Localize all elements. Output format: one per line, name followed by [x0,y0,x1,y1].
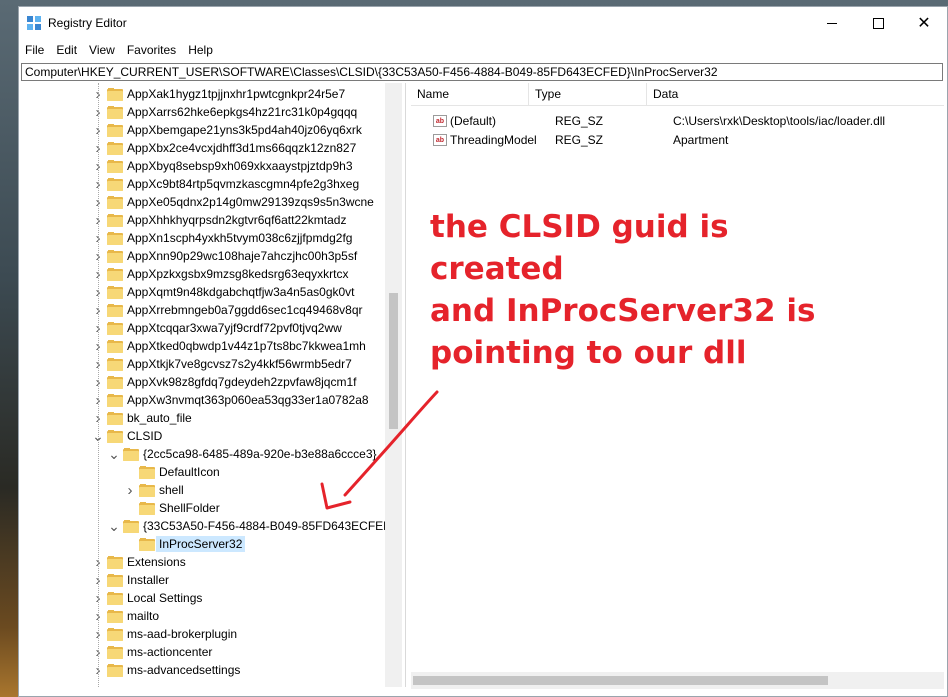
annotation-arrow-shaft [343,390,439,497]
annotation-arrow [320,390,439,510]
